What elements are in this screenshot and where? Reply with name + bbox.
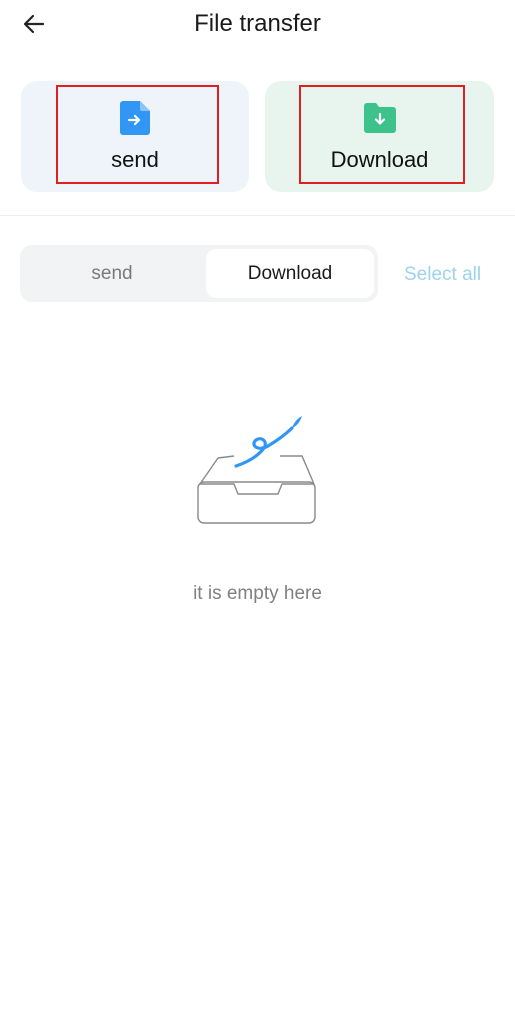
folder-download-icon [363,103,396,133]
download-card-label: Download [330,147,429,172]
tab-download[interactable]: Download [206,249,374,298]
empty-tray-icon [197,416,316,524]
file-send-icon [120,101,150,135]
select-all-button[interactable]: Select all [404,264,481,286]
header: File transfer [0,0,515,50]
empty-state-text: it is empty here [193,583,322,604]
download-card[interactable]: Download [265,81,494,192]
send-card[interactable]: send [21,81,249,192]
page-title: File transfer [194,10,321,37]
divider [0,215,515,216]
transfer-tabs: send Download [20,245,378,302]
tab-send[interactable]: send [24,249,200,298]
send-card-label: send [111,147,159,172]
